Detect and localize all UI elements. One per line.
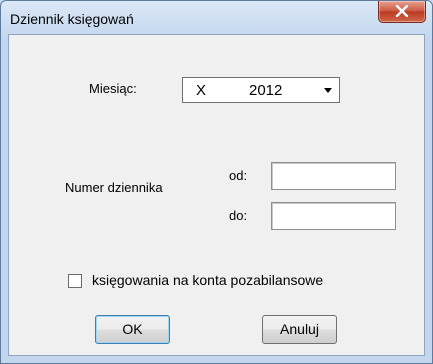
chevron-down-icon[interactable]	[319, 80, 337, 100]
close-button[interactable]	[378, 1, 426, 23]
window-title: Dziennik księgowań	[10, 11, 134, 27]
month-label: Miesiąc:	[89, 81, 137, 96]
off-balance-label[interactable]: księgowania na konta pozabilansowe	[92, 272, 323, 288]
title-bar[interactable]: Dziennik księgowań	[1, 1, 432, 34]
to-label: do:	[229, 208, 248, 223]
off-balance-checkbox[interactable]	[68, 274, 82, 288]
cancel-button[interactable]: Anuluj	[262, 315, 337, 344]
from-label: od:	[229, 168, 248, 183]
journal-number-label: Numer dziennika	[65, 180, 163, 195]
close-icon	[395, 5, 409, 17]
dialog-body: Miesiąc: X 2012 Numer dziennika od: do: …	[8, 34, 425, 356]
journal-from-input[interactable]	[271, 162, 396, 190]
ok-button[interactable]: OK	[95, 315, 170, 344]
journal-to-input[interactable]	[271, 202, 396, 230]
dialog-window: Dziennik księgowań Miesiąc: X 2012 Numer…	[0, 0, 433, 364]
month-value: X	[196, 82, 207, 99]
year-value: 2012	[249, 82, 283, 99]
month-select[interactable]: X 2012	[182, 77, 340, 103]
